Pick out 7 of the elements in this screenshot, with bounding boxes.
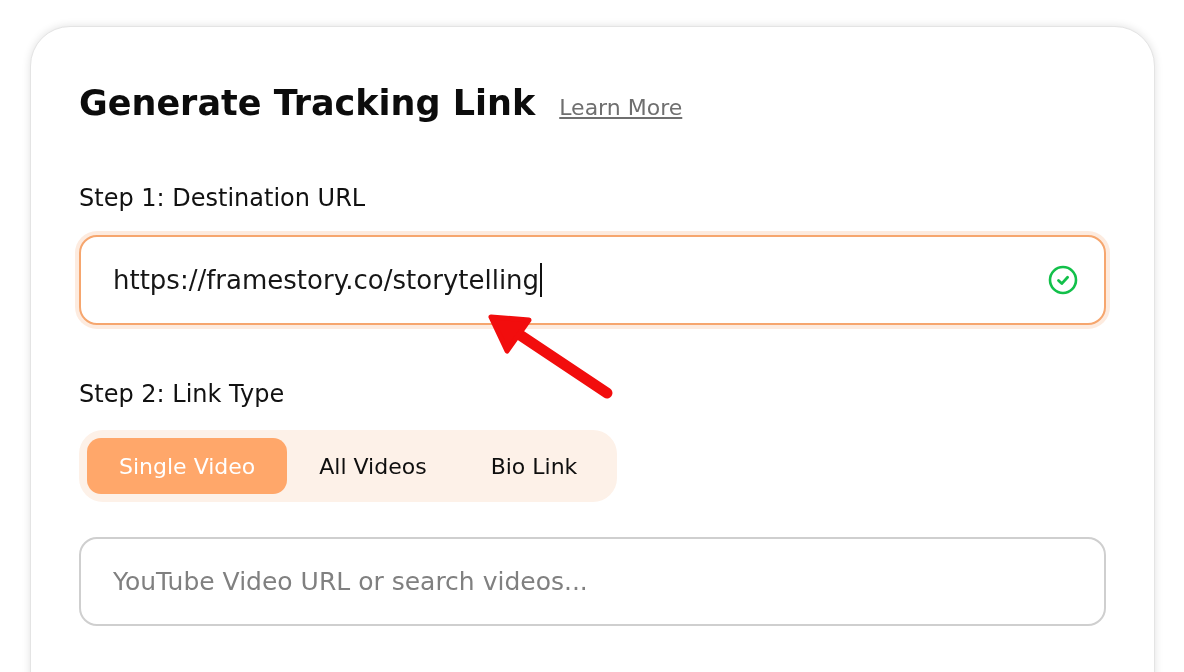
step-label: Step 2: Link Type xyxy=(79,379,285,409)
video-search-input[interactable]: YouTube Video URL or search videos... xyxy=(79,537,1106,626)
learn-more-link[interactable]: Learn More xyxy=(559,95,683,120)
link-type-option[interactable]: Bio Link xyxy=(458,438,610,494)
step-label: Step 1: Destination URL xyxy=(79,183,366,213)
link-type-option[interactable]: All Videos xyxy=(287,438,459,494)
card-title: Generate Tracking Link xyxy=(79,82,536,125)
